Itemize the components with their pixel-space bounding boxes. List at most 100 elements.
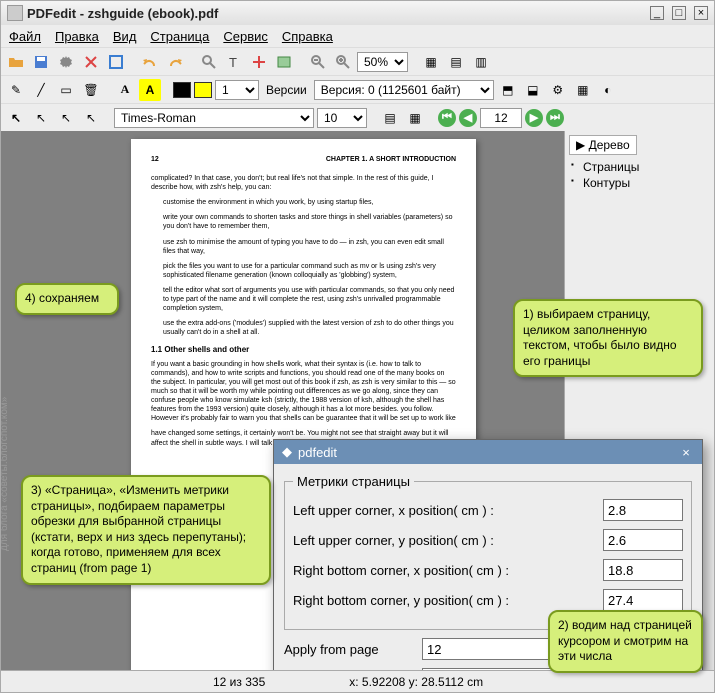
open-icon[interactable] <box>5 51 27 73</box>
highlight-icon[interactable]: A <box>139 79 161 101</box>
rby-label: Right bottom corner, y position( cm ) : <box>293 593 595 608</box>
text-icon[interactable]: T <box>223 51 245 73</box>
line-icon[interactable]: ╱ <box>30 79 52 101</box>
next-page-icon[interactable]: ▶ <box>525 109 543 127</box>
save-icon[interactable] <box>30 51 52 73</box>
doc-bullet: tell the editor what sort of arguments y… <box>163 286 456 313</box>
versions-label: Версии <box>262 83 311 97</box>
menubar: Файл Правка Вид Страница Сервис Справка <box>1 25 714 47</box>
cursor3-icon[interactable]: ↖ <box>55 107 77 129</box>
toolbar-1: T 50% ▦ ▤ ▥ <box>1 47 714 75</box>
metrics-fieldset: Метрики страницы Left upper corner, x po… <box>284 474 692 630</box>
minimize-button[interactable]: _ <box>650 6 664 20</box>
maximize-button[interactable]: □ <box>672 6 686 20</box>
apply-from-label: Apply from page <box>284 642 414 657</box>
close-doc-icon[interactable] <box>80 51 102 73</box>
tool-icon-d[interactable]: ▦ <box>572 79 594 101</box>
tree-tab[interactable]: ▶ Дерево <box>569 135 637 155</box>
align-icon-1[interactable]: ▤ <box>379 107 401 129</box>
doc-bullet: customise the environment in which you w… <box>163 198 456 207</box>
tree-view[interactable]: Страницы Контуры <box>569 159 710 191</box>
misc-icon-1[interactable]: ▦ <box>420 51 442 73</box>
menu-edit[interactable]: Правка <box>55 29 99 44</box>
window-title: PDFedit - zshguide (ebook).pdf <box>27 6 642 21</box>
dialog-close-icon[interactable]: × <box>678 444 694 460</box>
doc-para: complicated? In that case, you don't; bu… <box>151 174 456 192</box>
cursor-icon[interactable]: ↖ <box>5 107 27 129</box>
misc-icon-3[interactable]: ▥ <box>470 51 492 73</box>
window-titlebar: PDFedit - zshguide (ebook).pdf _ □ × <box>1 1 714 25</box>
prev-page-icon[interactable]: ◀ <box>459 109 477 127</box>
chapter-label: CHAPTER 1. A SHORT INTRODUCTION <box>326 155 456 164</box>
app-icon <box>7 5 23 21</box>
zoom-out-icon[interactable] <box>307 51 329 73</box>
size-select[interactable]: 1 <box>215 80 259 100</box>
pencil-icon[interactable]: ✎ <box>5 79 27 101</box>
tree-node-pages[interactable]: Страницы <box>569 159 710 175</box>
dialog-title: pdfedit <box>298 445 337 460</box>
statusbar: 12 из 335 x: 5.92208 y: 28.5112 cm <box>1 670 714 692</box>
rby-input[interactable] <box>603 589 683 611</box>
status-coords: x: 5.92208 y: 28.5112 cm <box>337 675 495 689</box>
tool-icon-c[interactable]: ⚙ <box>547 79 569 101</box>
lux-label: Left upper corner, x position( cm ) : <box>293 503 595 518</box>
annotation-callout-2: 2) водим над страницей курсором и смотри… <box>548 610 703 673</box>
watermark-text: для блога «советы.блогспот.ком» <box>1 397 10 551</box>
fieldset-legend: Метрики страницы <box>293 474 414 489</box>
tool-icon-e[interactable]: ◐ <box>597 79 619 101</box>
cursor2-icon[interactable]: ↖ <box>30 107 52 129</box>
page-input[interactable] <box>480 108 522 128</box>
menu-file[interactable]: Файл <box>9 29 41 44</box>
tree-node-outlines[interactable]: Контуры <box>569 175 710 191</box>
bold-icon[interactable]: A <box>114 79 136 101</box>
version-select[interactable]: Версия: 0 (1125601 байт) <box>314 80 494 100</box>
annotation-callout-1: 1) выбираем страницу, целиком заполненну… <box>513 299 703 377</box>
delete-icon[interactable]: 🗑 <box>80 79 102 101</box>
toolbar-3: ↖ ↖ ↖ ↖ Times-Roman 10 ▤ ▦ ⏮ ◀ ▶ ⏭ <box>1 103 714 131</box>
doc-bullet: use the extra add-ons ('modules') suppli… <box>163 319 456 337</box>
redo-icon[interactable] <box>164 51 186 73</box>
fit-icon[interactable] <box>105 51 127 73</box>
menu-tools[interactable]: Сервис <box>223 29 268 44</box>
align-icon-2[interactable]: ▦ <box>404 107 426 129</box>
last-page-icon[interactable]: ⏭ <box>546 109 564 127</box>
annotation-callout-3: 3) «Страница», «Изменить метрики страниц… <box>21 475 271 585</box>
fg-color-swatch[interactable] <box>173 82 191 98</box>
zoom-in-icon[interactable] <box>332 51 354 73</box>
status-pages: 12 из 335 <box>201 675 277 689</box>
toolbar-2: ✎ ╱ ▭ 🗑 A A 1 Версии Версия: 0 (1125601 … <box>1 75 714 103</box>
annotation-callout-4: 4) сохраняем <box>15 283 119 315</box>
rbx-input[interactable] <box>603 559 683 581</box>
luy-label: Left upper corner, y position( cm ) : <box>293 533 595 548</box>
misc-icon-2[interactable]: ▤ <box>445 51 467 73</box>
font-select[interactable]: Times-Roman <box>114 108 314 128</box>
find-icon[interactable] <box>198 51 220 73</box>
doc-bullet: use zsh to minimise the amount of typing… <box>163 238 456 256</box>
tool-icon-b[interactable]: ⬓ <box>522 79 544 101</box>
page-number-label: 12 <box>151 155 159 164</box>
zoom-select[interactable]: 50% <box>357 52 408 72</box>
dialog-icon: ◆ <box>282 444 292 460</box>
bg-color-swatch[interactable] <box>194 82 212 98</box>
close-button[interactable]: × <box>694 6 708 20</box>
settings-icon[interactable] <box>55 51 77 73</box>
doc-para: If you want a basic grounding in how she… <box>151 360 456 424</box>
luy-input[interactable] <box>603 529 683 551</box>
menu-page[interactable]: Страница <box>150 29 209 44</box>
cursor4-icon[interactable]: ↖ <box>80 107 102 129</box>
svg-text:T: T <box>229 55 237 70</box>
image-icon[interactable] <box>273 51 295 73</box>
menu-view[interactable]: Вид <box>113 29 137 44</box>
lux-input[interactable] <box>603 499 683 521</box>
dialog-titlebar[interactable]: ◆ pdfedit × <box>274 440 702 464</box>
first-page-icon[interactable]: ⏮ <box>438 109 456 127</box>
rbx-label: Right bottom corner, x position( cm ) : <box>293 563 595 578</box>
rect-icon[interactable]: ▭ <box>55 79 77 101</box>
doc-heading: 1.1 Other shells and other <box>151 345 456 355</box>
undo-icon[interactable] <box>139 51 161 73</box>
tool-icon-a[interactable]: ⬒ <box>497 79 519 101</box>
doc-bullet: write your own commands to shorten tasks… <box>163 213 456 231</box>
add-icon[interactable] <box>248 51 270 73</box>
fontsize-select[interactable]: 10 <box>317 108 367 128</box>
menu-help[interactable]: Справка <box>282 29 333 44</box>
